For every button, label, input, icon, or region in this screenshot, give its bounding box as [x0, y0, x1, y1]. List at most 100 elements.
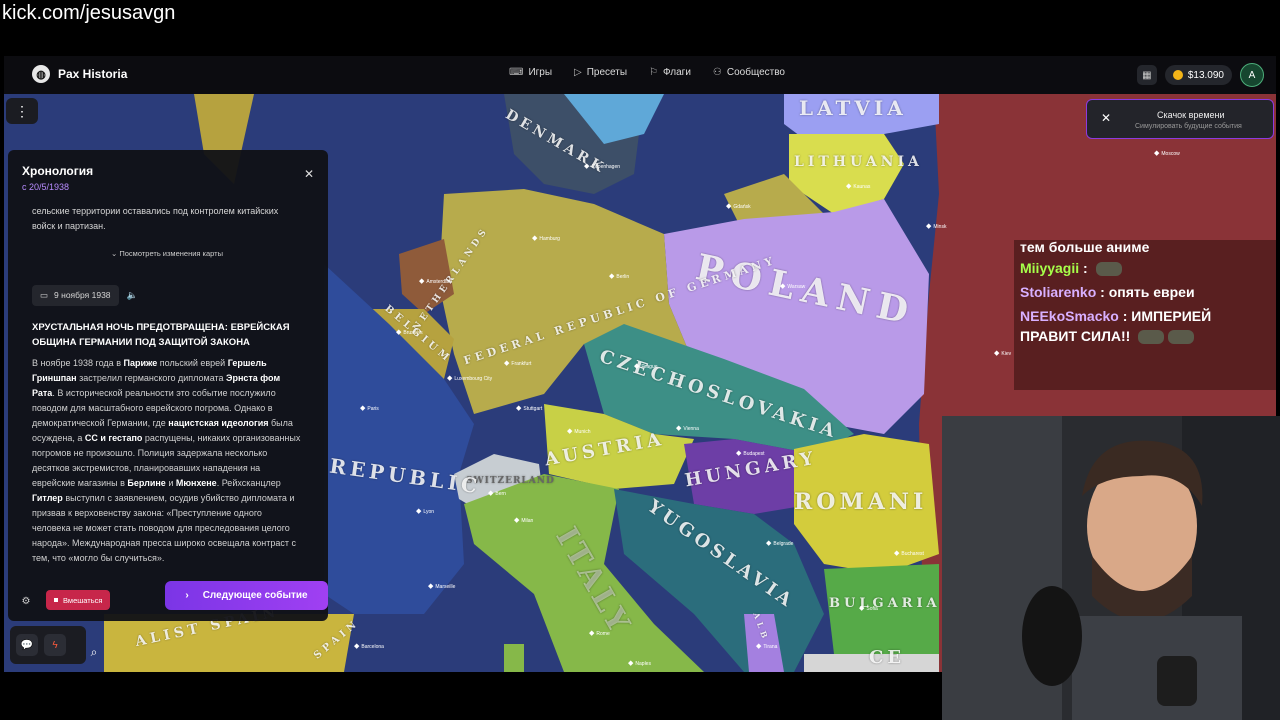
city-marseille[interactable]: Marseille — [428, 582, 455, 590]
app-name: Pax Historia — [58, 67, 128, 81]
city-bern[interactable]: Bern — [488, 489, 506, 497]
previous-event-text: сельские территории оставались под контр… — [32, 206, 279, 231]
gear-icon[interactable]: ⚙ — [18, 593, 34, 609]
city-naples[interactable]: Naples — [628, 659, 651, 667]
timeline-title: Хронология — [22, 164, 94, 178]
app-logo[interactable]: ◍ Pax Historia — [32, 65, 127, 83]
balance-value: $13.090 — [1187, 69, 1224, 81]
city-milan[interactable]: Milan — [514, 516, 533, 524]
chat-message: NEEkoSmacko : ИМПЕРИЕЙ ПРАВИТ СИЛА!! — [1020, 308, 1212, 345]
stream-url-overlay: kick.com/jesusavgn — [2, 2, 176, 24]
bottom-toolbar: 💬 ϟ — [10, 626, 86, 664]
stop-icon — [54, 598, 58, 602]
event-date: 9 ноября 1938 — [54, 290, 111, 300]
balance-badge[interactable]: $13.090 — [1164, 65, 1232, 85]
event-title: ХРУСТАЛЬНАЯ НОЧЬ ПРЕДОТВРАЩЕНА: ЕВРЕЙСКА… — [32, 322, 290, 348]
coin-icon — [1172, 70, 1183, 80]
grid-button[interactable]: ▦ — [1136, 65, 1157, 85]
close-icon[interactable]: ✕ — [1101, 111, 1111, 125]
city-belgrade[interactable]: Belgrade — [766, 539, 793, 547]
nav-label: Флаги — [663, 67, 691, 78]
timeline-since: с 20/5/1938 — [22, 182, 70, 192]
nav-item-games[interactable]: ⌨ Игры — [509, 67, 552, 78]
city-gdansk[interactable]: Gdańsk — [726, 202, 750, 210]
main-nav: ⌨ Игры ▷ Пресеты ⚐ Флаги ⚇ Сообщество — [509, 67, 785, 78]
event-date-row: ▭ 9 ноября 1938 🔈 — [32, 285, 302, 306]
action-button[interactable]: ϟ — [44, 634, 66, 656]
city-berlin[interactable]: Berlin — [609, 272, 629, 280]
time-jump-title: Скачок времени — [1157, 110, 1225, 120]
time-jump-panel[interactable]: ✕ Скачок времени Симулировать будущие со… — [1086, 99, 1274, 139]
city-copenhagen[interactable]: Copenhagen — [584, 162, 620, 170]
event-date-badge: ▭ 9 ноября 1938 — [32, 285, 119, 306]
view-map-changes-link[interactable]: ⌄ Посмотреть изменения карты — [32, 246, 302, 261]
search-button[interactable]: ⌕ — [84, 642, 104, 662]
city-brussels[interactable]: Brussels — [396, 328, 422, 336]
city-paris[interactable]: Paris — [360, 404, 378, 412]
view-map-changes-label: Посмотреть изменения карты — [119, 249, 223, 258]
city-vienna[interactable]: Vienna — [676, 424, 698, 432]
more-vertical-icon: ⋮ — [15, 102, 29, 119]
avatar[interactable]: A — [1240, 63, 1264, 87]
gamepad-icon: ⌨ — [509, 67, 524, 78]
map-label-greece: CE — [869, 647, 906, 668]
chat-message: тем больше аниме — [1020, 240, 1150, 255]
map-label-bulgaria: BULGARIA — [829, 596, 941, 611]
city-stuttgart[interactable]: Stuttgart — [516, 404, 542, 412]
city-luxembourg[interactable]: Luxembourg City — [447, 374, 492, 382]
top-right-controls: ▦ $13.090 A — [1136, 63, 1264, 87]
city-warsaw[interactable]: Warsaw — [780, 282, 805, 290]
lightning-icon: ϟ — [52, 639, 58, 651]
city-moscow[interactable]: Moscow — [1154, 149, 1179, 157]
calendar-icon: ▭ — [40, 290, 49, 300]
interfere-label: Вмешаться — [63, 595, 103, 605]
city-minsk[interactable]: Minsk — [926, 222, 946, 230]
city-rome[interactable]: Rome — [589, 629, 609, 637]
city-kaunas[interactable]: Kaunas — [846, 182, 870, 190]
top-bar: ◍ Pax Historia ⌨ Игры ▷ Пресеты ⚐ Флаги … — [4, 56, 1276, 94]
users-icon: ⚇ — [712, 67, 722, 78]
search-icon: ⌕ — [90, 644, 98, 659]
emote-icon — [1095, 262, 1122, 277]
next-event-label: Следующее событие — [202, 590, 308, 601]
map-label-lithuania: LITHUANIA — [794, 154, 923, 170]
nav-label: Сообщество — [726, 67, 785, 78]
city-prague[interactable]: Prague — [634, 362, 657, 370]
speaker-icon[interactable]: 🔈 — [127, 288, 138, 303]
next-event-button[interactable]: › Следующее событие — [165, 581, 328, 610]
city-sofia[interactable]: Sofia — [859, 604, 877, 612]
map-label-romania: ROMANI — [794, 489, 928, 515]
nav-item-flags[interactable]: ⚐ Флаги — [649, 67, 691, 78]
city-munich[interactable]: Munich — [567, 427, 590, 435]
timeline-body[interactable]: сельские территории оставались под контр… — [32, 200, 302, 566]
avatar-letter: A — [1248, 69, 1256, 81]
city-amsterdam[interactable]: Amsterdam — [419, 277, 452, 285]
city-kiev[interactable]: Kiev — [994, 349, 1011, 357]
interfere-button[interactable]: Вмешаться — [46, 590, 111, 610]
grid-icon: ▦ — [1142, 69, 1152, 81]
chevron-right-icon: › — [185, 590, 189, 601]
nav-label: Игры — [528, 67, 553, 78]
chat-icon: 💬 — [20, 639, 34, 651]
nav-label: Пресеты — [586, 67, 628, 78]
event-description: В ноябре 1938 года в Париже польский евр… — [32, 358, 301, 563]
menu-button[interactable]: ⋮ — [6, 98, 38, 124]
webcam-image — [942, 416, 1280, 720]
city-bucharest[interactable]: Bucharest — [894, 549, 924, 557]
streamer-webcam — [942, 416, 1280, 720]
city-barcelona[interactable]: Barcelona — [354, 642, 384, 650]
timeline-header: Хронология с 20/5/1938 — [22, 164, 93, 192]
emote-icon — [1168, 330, 1195, 345]
chat-message: Miiyyagii : — [1014, 256, 1276, 280]
stream-chat-overlay: тем больше аниме Miiyyagii : Stoliarenko… — [1014, 240, 1276, 390]
nav-item-presets[interactable]: ▷ Пресеты — [574, 67, 627, 78]
nav-item-community[interactable]: ⚇ Сообщество — [713, 67, 785, 78]
city-frankfurt[interactable]: Frankfurt — [504, 359, 531, 367]
globe-icon: ◍ — [32, 65, 50, 83]
city-hamburg[interactable]: Hamburg — [532, 234, 560, 242]
city-tirana[interactable]: Tirana — [756, 642, 777, 650]
city-budapest[interactable]: Budapest — [736, 449, 764, 457]
close-icon[interactable]: ✕ — [304, 167, 314, 181]
chat-button[interactable]: 💬 — [16, 634, 38, 656]
city-lyon[interactable]: Lyon — [416, 507, 434, 515]
